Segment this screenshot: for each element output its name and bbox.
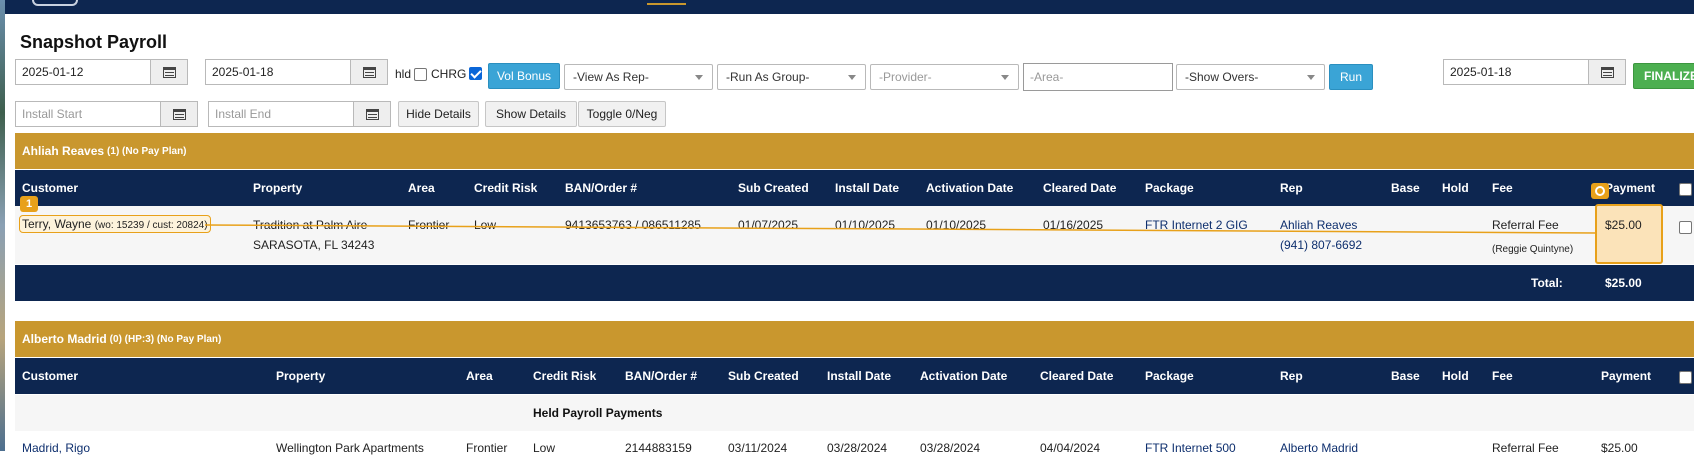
cleared-date-value: 04/04/2024: [1040, 441, 1101, 455]
connector-line: [204, 224, 1598, 234]
col-property[interactable]: Property: [276, 369, 325, 383]
held-payments-row: Held Payroll Payments: [15, 395, 1694, 431]
col-base[interactable]: Base: [1391, 369, 1420, 383]
sub-created-value: 03/11/2024: [728, 441, 788, 455]
credit-risk-value: Low: [533, 441, 556, 455]
ban-order-value: 2144883159: [625, 441, 692, 455]
col-fee[interactable]: Fee: [1492, 369, 1513, 383]
held-payments-label: Held Payroll Payments: [533, 406, 663, 420]
col-area[interactable]: Area: [466, 369, 493, 383]
table-row[interactable]: Madrid, Rigo Wellington Park Apartments …: [15, 432, 1694, 462]
col-package[interactable]: Package: [1145, 369, 1194, 383]
col-payment[interactable]: Payment: [1601, 369, 1651, 383]
col-customer[interactable]: Customer: [22, 369, 78, 383]
anchor-icon[interactable]: 1: [20, 196, 38, 212]
fee-value: Referral Fee: [1492, 441, 1559, 455]
col-install-date[interactable]: Install Date: [827, 369, 891, 383]
select-all-checkbox[interactable]: [1679, 371, 1692, 384]
col-sub-created[interactable]: Sub Created: [728, 369, 799, 383]
area-value: Frontier: [466, 441, 508, 455]
customer-link[interactable]: Madrid, Rigo: [22, 441, 90, 455]
package-link[interactable]: FTR Internet 500: [1145, 441, 1236, 455]
payment-value: $25.00: [1601, 441, 1638, 455]
col-activation-date[interactable]: Activation Date: [920, 369, 1007, 383]
rep-name: Alberto Madrid: [22, 332, 107, 346]
col-hold[interactable]: Hold: [1442, 369, 1469, 383]
table-header: Customer Property Area Credit Risk BAN/O…: [15, 358, 1694, 394]
col-rep[interactable]: Rep: [1280, 369, 1303, 383]
col-ban-order[interactable]: BAN/Order #: [625, 369, 697, 383]
total-row: Total: $25.00: [15, 265, 1694, 301]
total-label: Total:: [1531, 276, 1563, 290]
install-date-value: 03/28/2024: [827, 441, 888, 455]
col-credit-risk[interactable]: Credit Risk: [533, 369, 596, 383]
rep-section-header[interactable]: Alberto Madrid (0) (HP:3) (No Pay Plan): [15, 321, 1694, 357]
target-icon[interactable]: [1591, 183, 1609, 199]
col-cleared-date[interactable]: Cleared Date: [1040, 369, 1113, 383]
property-name: Wellington Park Apartments: [276, 441, 424, 455]
anchor-badge-label: 1: [25, 198, 33, 210]
rep-meta: (0) (HP:3) (No Pay Plan): [109, 333, 222, 345]
total-value: $25.00: [1605, 276, 1642, 290]
activation-date-value: 03/28/2024: [920, 441, 981, 455]
rep-link[interactable]: Alberto Madrid: [1280, 441, 1358, 455]
